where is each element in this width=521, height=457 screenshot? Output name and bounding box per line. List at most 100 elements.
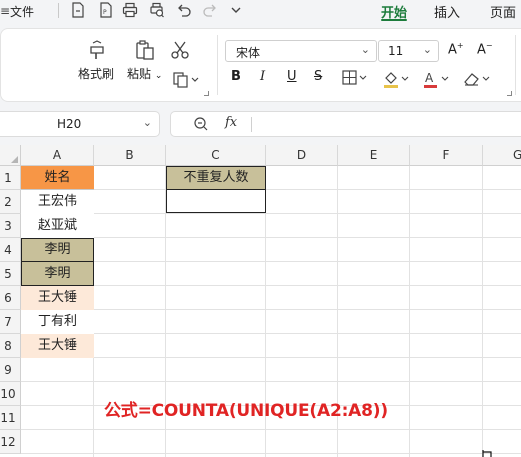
paste-label: 粘贴 ⌄ [127,65,162,82]
scissors-icon [171,41,189,59]
chevron-down-icon: ⌄ [154,71,163,81]
row-header-8[interactable]: 8 [0,334,21,358]
column-header-b[interactable]: B [94,145,166,166]
cell-a3[interactable]: 赵亚斌 [21,214,94,238]
gridline [21,429,521,430]
gridline [21,453,521,454]
column-header-e[interactable]: E [338,145,410,166]
font-size-select[interactable]: 11 ⌄ [378,40,439,62]
gridline [21,189,521,190]
select-all-corner[interactable] [0,145,21,166]
gridline [21,333,521,334]
cell-a1[interactable]: 姓名 [21,166,94,190]
fx-button[interactable]: fx [225,115,237,130]
print-preview-icon[interactable] [147,0,167,20]
row-header-2[interactable]: 2 [0,190,21,214]
copy-icon [173,72,199,88]
svg-text:P: P [103,9,107,16]
cell-c2[interactable] [166,189,266,213]
row-header-6[interactable]: 6 [0,286,21,310]
column-header-d[interactable]: D [266,145,338,166]
cell-a6[interactable]: 王大锤 [21,286,94,310]
divider [58,3,59,18]
chevron-down-icon: ⌄ [142,116,152,129]
format-painter-button[interactable]: 格式刷 [78,39,114,82]
font-name-select[interactable]: 宋体 ⌄ [225,40,377,62]
divider [515,35,516,95]
font-name-value: 宋体 [236,46,261,60]
tab-insert[interactable]: 插入 [434,2,460,21]
eraser-icon [464,73,490,86]
row-header-5[interactable]: 5 [0,262,21,286]
menu-bar: ≡ 文件 P 开始 插入 页面 [0,0,521,22]
fill-color-icon [384,72,409,88]
chevron-down-icon: ⌄ [360,43,370,56]
formula-annotation: 公式=COUNTA(UNIQUE(A2:A8)) [104,401,388,421]
divider [217,35,218,95]
cell-a8[interactable]: 王大锤 [21,334,94,358]
tab-page[interactable]: 页面 [490,2,516,21]
gridline [21,381,521,382]
menu-icon[interactable]: ≡ [0,4,10,18]
underline-icon[interactable]: U [287,69,297,89]
strikethrough-icon[interactable]: S [314,69,322,89]
column-header-g[interactable]: G [483,145,521,166]
row-header-4[interactable]: 4 [0,238,21,262]
cell-a5[interactable]: 李明 [21,261,94,286]
row-header-7[interactable]: 7 [0,310,21,334]
format-painter-icon [90,40,104,59]
font-size-value: 11 [388,44,404,58]
gridline [21,261,521,262]
cell-a2[interactable]: 王宏伟 [21,190,94,214]
ribbon: 格式刷 粘贴 ⌄ 宋体 ⌄ 11 ⌄ A+ A− B I U S A [0,28,521,102]
border-button[interactable] [342,70,368,90]
formula-input[interactable]: fx [170,111,521,137]
chevron-down-icon[interactable] [226,0,246,20]
spreadsheet-grid[interactable]: A B C D E F G 1 2 3 4 5 6 7 8 9 10 11 12… [0,145,521,457]
cursor-icon [482,450,492,457]
export-pdf-icon[interactable]: P [96,0,116,20]
name-box-value: H20 [57,117,82,131]
gridline [21,357,521,358]
clipboard-dialog-launcher[interactable] [204,91,209,96]
clear-format-button[interactable] [462,70,492,90]
font-color-icon: A [424,71,449,88]
paste-button[interactable]: 粘贴 ⌄ [127,39,162,82]
divider [251,117,252,132]
document-icon[interactable] [68,0,88,20]
formula-bar: H20 ⌄ fx [0,111,521,137]
row-header-11[interactable]: 11 [0,406,21,430]
cell-a7[interactable]: 丁有利 [21,310,94,334]
active-tab-indicator [381,19,407,21]
undo-icon[interactable] [174,0,194,20]
print-icon[interactable] [120,0,140,20]
row-header-3[interactable]: 3 [0,214,21,238]
column-header-a[interactable]: A [21,145,94,166]
gridline [21,213,521,214]
increase-font-icon[interactable]: A+ [448,41,464,61]
cell-a4[interactable]: 李明 [21,238,94,262]
gridline [409,166,410,457]
row-header-10[interactable]: 10 [0,382,21,406]
fill-color-button[interactable] [382,70,410,90]
bold-icon[interactable]: B [231,69,241,89]
gridline [21,309,521,310]
row-header-9[interactable]: 9 [0,358,21,382]
row-header-12[interactable]: 12 [0,430,21,454]
name-box[interactable]: H20 ⌄ [0,111,160,137]
file-menu[interactable]: 文件 [10,3,34,20]
column-header-c[interactable]: C [166,145,266,166]
format-painter-label: 格式刷 [78,67,115,81]
italic-icon[interactable]: I [260,69,265,89]
font-dialog-launcher[interactable] [507,91,512,96]
gridline [482,166,483,457]
column-header-f[interactable]: F [410,145,483,166]
decrease-font-icon[interactable]: A− [477,41,493,61]
cell-c1[interactable]: 不重复人数 [166,166,266,190]
border-icon [342,70,367,85]
font-color-button[interactable]: A [422,70,450,90]
row-header-1[interactable]: 1 [0,166,21,190]
zoom-icon[interactable] [193,116,209,132]
copy-button[interactable] [172,71,200,92]
cut-button[interactable] [169,39,191,61]
